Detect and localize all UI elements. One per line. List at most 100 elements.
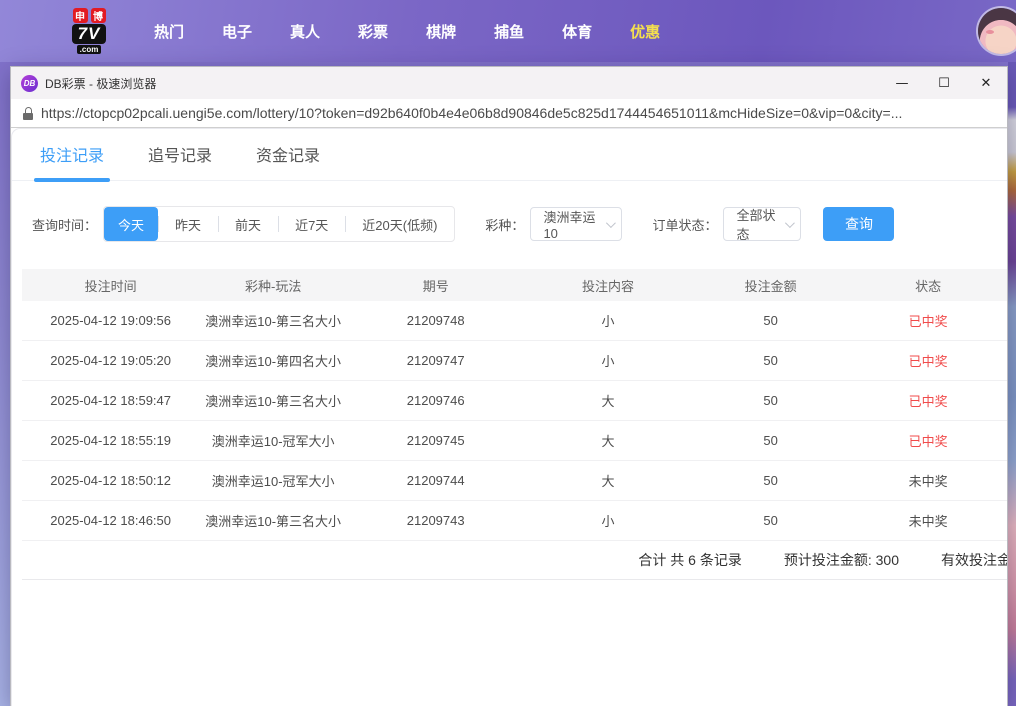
bet-time: 2025-04-12 19:09:56 — [50, 313, 171, 328]
lottery-select-label: 彩种： — [485, 217, 525, 233]
record-tab[interactable]: 投注记录 — [33, 142, 111, 182]
issue-number: 21209745 — [406, 433, 465, 448]
bet-time: 2025-04-12 18:50:12 — [50, 473, 171, 488]
browser-urlbar[interactable]: https://ctopcp02pcali.uengi5e.com/lotter… — [11, 99, 1007, 128]
minimize-button[interactable]: — — [881, 67, 923, 99]
user-avatar[interactable] — [978, 8, 1016, 54]
bet-amount: 50 — [763, 313, 778, 328]
status-badge: 未中奖 — [908, 474, 948, 489]
summary-total-records: 合计 共 6 条记录 — [638, 552, 742, 568]
issue-number: 21209747 — [406, 353, 465, 368]
status-badge: 未中奖 — [908, 514, 948, 529]
bet-time: 2025-04-12 18:55:19 — [50, 433, 171, 448]
lock-icon — [23, 106, 33, 120]
bet-time: 2025-04-12 18:46:50 — [50, 513, 171, 528]
logo-badge-1: 申 — [72, 8, 88, 23]
bet-time: 2025-04-12 19:05:20 — [50, 353, 171, 368]
logo-badge-2: 博 — [90, 8, 106, 23]
issue-number: 21209748 — [406, 313, 465, 328]
site-logo[interactable]: 申 博 7V .com — [58, 8, 120, 54]
order-status-select[interactable]: 全部状态 — [723, 207, 802, 242]
summary-valid-amount: 有效投注金 — [941, 552, 1007, 568]
bet-content: 小 — [601, 354, 615, 369]
chevron-down-icon — [606, 217, 617, 228]
record-tabs: 投注记录 追号记录 资金记录 — [12, 129, 1007, 182]
table-header-cell: 投注时间 — [84, 278, 137, 294]
nav-menu-item[interactable]: 优惠 — [630, 21, 660, 42]
issue-number: 21209746 — [406, 393, 465, 408]
status-badge: 已中奖 — [908, 354, 948, 369]
time-filter-label: 查询时间： — [32, 217, 98, 233]
issue-number: 21209744 — [406, 473, 465, 488]
lottery-playtype: 澳洲幸运10-第三名大小 — [205, 394, 342, 409]
close-button[interactable]: ✕ — [965, 67, 1007, 99]
bet-records-table: 投注时间 彩种-玩法 期号 投注内容 投注金额 状态 2025-04-12 19… — [22, 269, 1007, 541]
table-header-cell: 状态 — [915, 278, 942, 294]
issue-number: 21209743 — [406, 513, 465, 528]
table-row[interactable]: 2025-04-12 18:50:12 澳洲幸运10-冠军大小 21209744… — [22, 461, 1007, 501]
lottery-playtype: 澳洲幸运10-冠军大小 — [211, 474, 335, 489]
lottery-playtype: 澳洲幸运10-冠军大小 — [211, 434, 335, 449]
status-badge: 已中奖 — [908, 434, 948, 449]
bet-amount: 50 — [763, 513, 778, 528]
window-controls: — ☐ ✕ — [881, 67, 1007, 99]
bet-content: 小 — [601, 314, 615, 329]
bet-content: 大 — [601, 474, 615, 489]
order-status-value: 全部状态 — [736, 208, 776, 242]
table-header-cell: 期号 — [422, 278, 449, 294]
time-range-group: 今天 昨天 前天 近7天 近20天(低频) — [103, 206, 456, 242]
bet-content: 大 — [601, 434, 615, 449]
filter-bar: 查询时间： 今天 昨天 前天 近7天 近20天(低频) 彩种： 澳洲幸运10 订… — [32, 206, 1007, 242]
nav-menu-item[interactable]: 捕鱼 — [494, 21, 524, 42]
status-badge: 已中奖 — [908, 394, 948, 409]
lottery-select[interactable]: 澳洲幸运10 — [530, 207, 623, 241]
time-range-option[interactable]: 昨天 — [158, 207, 218, 241]
table-row[interactable]: 2025-04-12 18:55:19 澳洲幸运10-冠军大小 21209745… — [22, 421, 1007, 461]
desktop: 申 博 7V .com 热门 电子 真人 彩票 棋牌 捕鱼 体育 优惠 DB D… — [0, 0, 1016, 706]
lottery-playtype: 澳洲幸运10-第三名大小 — [205, 314, 342, 329]
bet-content: 大 — [601, 394, 615, 409]
table-header-cell: 彩种-玩法 — [245, 278, 302, 294]
time-range-option[interactable]: 今天 — [104, 207, 159, 241]
time-range-option[interactable]: 近20天(低频) — [345, 207, 454, 241]
table-header-cell: 投注金额 — [744, 278, 797, 294]
browser-app-icon: DB — [21, 74, 38, 92]
status-badge: 已中奖 — [908, 314, 948, 329]
background-page-edge — [1008, 62, 1016, 706]
bet-amount: 50 — [763, 353, 778, 368]
site-nav-menu: 热门 电子 真人 彩票 棋牌 捕鱼 体育 优惠 — [154, 21, 660, 42]
page-content: 投注记录 追号记录 资金记录 查询时间： 今天 昨天 前天 近7天 近20天(低… — [11, 128, 1007, 706]
nav-menu-item[interactable]: 电子 — [222, 21, 252, 42]
window-titlebar[interactable]: DB DB彩票 - 极速浏览器 — ☐ ✕ — [11, 67, 1007, 99]
maximize-button[interactable]: ☐ — [923, 67, 965, 99]
nav-menu-item[interactable]: 彩票 — [358, 21, 388, 42]
time-range-option[interactable]: 近7天 — [278, 207, 345, 241]
table-body: 2025-04-12 19:09:56 澳洲幸运10-第三名大小 2120974… — [22, 301, 1007, 541]
summary-row: 合计 共 6 条记录 预计投注金额: 300 有效投注金 — [22, 541, 1007, 580]
order-status-label: 订单状态： — [652, 217, 718, 233]
bet-content: 小 — [601, 514, 615, 529]
bet-time: 2025-04-12 18:59:47 — [50, 393, 171, 408]
nav-menu-item[interactable]: 棋牌 — [426, 21, 456, 42]
url-text[interactable]: https://ctopcp02pcali.uengi5e.com/lotter… — [41, 105, 902, 121]
table-row[interactable]: 2025-04-12 19:05:20 澳洲幸运10-第四名大小 2120974… — [22, 341, 1007, 381]
table-row[interactable]: 2025-04-12 19:09:56 澳洲幸运10-第三名大小 2120974… — [22, 301, 1007, 341]
record-tab[interactable]: 资金记录 — [256, 142, 320, 180]
logo-main-text: 7V — [71, 24, 107, 44]
browser-window: DB DB彩票 - 极速浏览器 — ☐ ✕ https://ctopcp02pc… — [10, 66, 1008, 706]
table-header-row: 投注时间 彩种-玩法 期号 投注内容 投注金额 状态 — [22, 269, 1007, 301]
nav-menu-item[interactable]: 真人 — [290, 21, 320, 42]
table-row[interactable]: 2025-04-12 18:46:50 澳洲幸运10-第三名大小 2120974… — [22, 501, 1007, 541]
table-row[interactable]: 2025-04-12 18:59:47 澳洲幸运10-第三名大小 2120974… — [22, 381, 1007, 421]
nav-menu-item[interactable]: 热门 — [154, 21, 184, 42]
time-range-option[interactable]: 前天 — [218, 207, 278, 241]
chevron-down-icon — [785, 217, 796, 228]
nav-menu-item[interactable]: 体育 — [562, 21, 592, 42]
search-button[interactable]: 查询 — [823, 207, 895, 241]
bet-amount: 50 — [763, 473, 778, 488]
bet-amount: 50 — [763, 433, 778, 448]
lottery-select-value: 澳洲幸运10 — [543, 210, 596, 241]
lottery-playtype: 澳洲幸运10-第三名大小 — [205, 514, 342, 529]
record-tab[interactable]: 追号记录 — [148, 142, 212, 180]
bet-amount: 50 — [763, 393, 778, 408]
